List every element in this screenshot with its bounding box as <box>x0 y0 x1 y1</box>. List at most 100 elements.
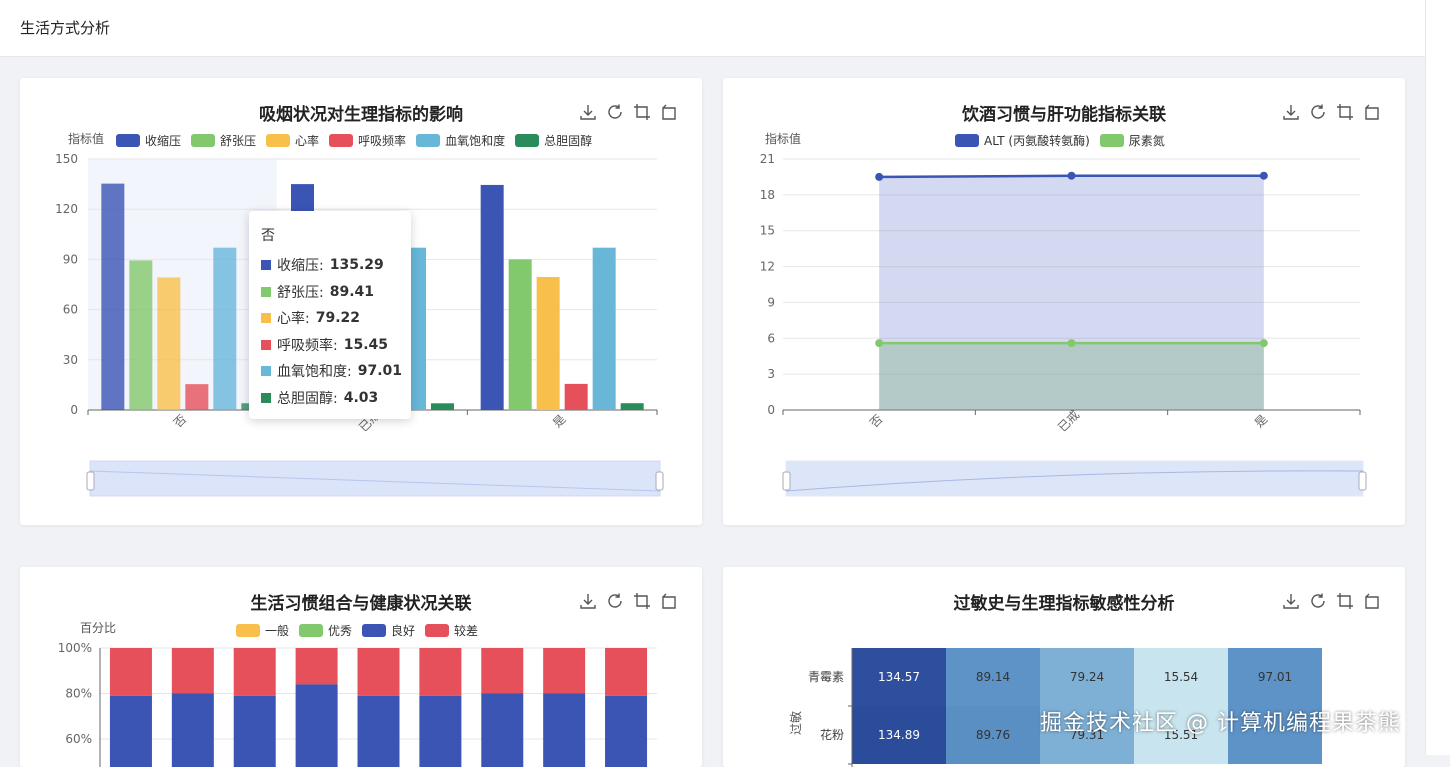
bar <box>110 648 152 696</box>
tooltip-value: 89.41 <box>330 284 374 300</box>
heatmap-value: 79.24 <box>1070 670 1104 684</box>
tooltip-row: 收缩压:135.29 <box>261 255 384 275</box>
heatmap-value: 89.14 <box>976 670 1010 684</box>
tooltip-value: 15.45 <box>344 337 388 353</box>
heatmap-value: 89.76 <box>976 728 1010 742</box>
bar <box>358 648 400 696</box>
tooltip-row: 血氧饱和度: 97.01 <box>261 361 402 381</box>
tooltip-row: 呼吸频率: 15.45 <box>261 335 388 355</box>
data-point[interactable] <box>1068 339 1076 347</box>
data-point[interactable] <box>875 339 883 347</box>
bar <box>101 184 124 410</box>
datazoom-handle[interactable] <box>87 472 94 490</box>
bar <box>543 694 585 767</box>
habit-chart-card: 生活习惯组合与健康状况关联 百分比 一般优秀良好较差 60%80%100% <box>20 567 702 767</box>
y-tick-label: 100% <box>58 641 92 655</box>
x-tick-label: 否 <box>171 412 189 430</box>
x-tick-label: 已戒 <box>1055 408 1082 435</box>
bar <box>621 403 644 410</box>
tooltip-value: 97.01 <box>358 363 402 379</box>
tooltip-row: 总胆固醇:4.03 <box>261 388 378 408</box>
tooltip-row: 舒张压:89.41 <box>261 282 374 302</box>
data-point[interactable] <box>1068 172 1076 180</box>
allergy-heatmap: 青霉素 134.57 89.14 79.24 15.54 97.01 花粉 134.89 89.… <box>723 567 1405 767</box>
tooltip-marker <box>261 340 271 350</box>
drinking-chart-card: 饮酒习惯与肝功能指标关联 指标值 ALT (丙氨酸转氨酶)尿素氮 0369121… <box>723 78 1405 525</box>
heatmap-value: 134.57 <box>878 670 920 684</box>
heatmap-value: 97.01 <box>1258 670 1292 684</box>
bar <box>185 384 208 410</box>
chart-tooltip: 否 收缩压:135.29 舒张压:89.41 心率: 79.22 呼吸频率: 15.45 血… <box>249 211 411 419</box>
y-tick-label: 12 <box>760 260 775 274</box>
x-tick-label: 否 <box>867 412 885 430</box>
datazoom-selection[interactable] <box>90 461 660 496</box>
bar <box>419 648 461 696</box>
data-point[interactable] <box>875 173 883 181</box>
datazoom-handle[interactable] <box>783 472 790 490</box>
bar <box>157 277 180 410</box>
y-tick-label: 90 <box>63 252 78 266</box>
y-tick-label: 60 <box>63 303 78 317</box>
data-point[interactable] <box>1260 339 1268 347</box>
tooltip-marker <box>261 313 271 323</box>
y-tick-label: 15 <box>760 224 775 238</box>
drinking-area-chart: 036912151821否已戒是 <box>723 78 1405 525</box>
page-title: 生活方式分析 <box>20 17 110 38</box>
allergy-chart-card: 过敏史与生理指标敏感性分析 过敏 青霉素134.5789.1479.2415.5… <box>723 567 1405 767</box>
datazoom-handle[interactable] <box>1359 472 1366 490</box>
tooltip-value: 79.22 <box>316 310 360 326</box>
scrollbar[interactable] <box>1425 0 1450 755</box>
bar <box>481 185 504 410</box>
bar <box>234 648 276 696</box>
datazoom-selection[interactable] <box>786 461 1363 496</box>
tooltip-label: 收缩压: <box>277 255 324 275</box>
bar <box>481 694 523 767</box>
y-tick-label: 21 <box>760 152 775 166</box>
bar <box>296 648 338 684</box>
bar <box>419 696 461 767</box>
data-point[interactable] <box>1260 172 1268 180</box>
tooltip-label: 血氧饱和度: <box>277 361 352 381</box>
tooltip-marker <box>261 393 271 403</box>
bar <box>172 648 214 694</box>
tooltip-marker <box>261 366 271 376</box>
bar <box>593 248 616 410</box>
habit-stacked-chart: 60% 80% 100% <box>20 567 702 767</box>
bar <box>358 696 400 767</box>
datazoom-handle[interactable] <box>656 472 663 490</box>
bar <box>605 696 647 767</box>
tooltip-label: 呼吸频率: <box>277 335 338 355</box>
tooltip-row: 心率: 79.22 <box>261 308 360 328</box>
y-tick-label: 0 <box>70 403 78 417</box>
bar <box>431 403 454 410</box>
bar <box>172 694 214 767</box>
y-tick-label: 3 <box>767 367 775 381</box>
y-tick-label: 150 <box>55 152 78 166</box>
heatmap-row-label: 青霉素 <box>808 670 844 684</box>
y-tick-label: 0 <box>767 403 775 417</box>
bar <box>605 648 647 696</box>
y-tick-label: 80% <box>65 687 92 701</box>
bar <box>565 384 588 410</box>
x-tick-label: 是 <box>1252 412 1270 430</box>
tooltip-header: 否 <box>261 225 275 245</box>
bar <box>543 648 585 694</box>
heatmap-value: 134.89 <box>878 728 920 742</box>
y-tick-label: 30 <box>63 353 78 367</box>
watermark: 掘金技术社区 @ 计算机编程果茶熊 <box>1040 705 1401 737</box>
tooltip-label: 心率: <box>277 308 310 328</box>
bar <box>537 277 560 410</box>
tooltip-marker <box>261 260 271 270</box>
y-tick-label: 60% <box>65 732 92 746</box>
bar <box>509 259 532 410</box>
tooltip-marker <box>261 287 271 297</box>
bar <box>481 648 523 694</box>
tooltip-value: 4.03 <box>344 390 379 406</box>
y-tick-label: 9 <box>767 295 775 309</box>
y-tick-label: 120 <box>55 202 78 216</box>
bar <box>110 696 152 767</box>
heatmap-row-label: 花粉 <box>820 727 844 742</box>
bar <box>129 260 152 410</box>
page-header: 生活方式分析 <box>0 0 1425 57</box>
heatmap-value: 15.54 <box>1164 670 1198 684</box>
